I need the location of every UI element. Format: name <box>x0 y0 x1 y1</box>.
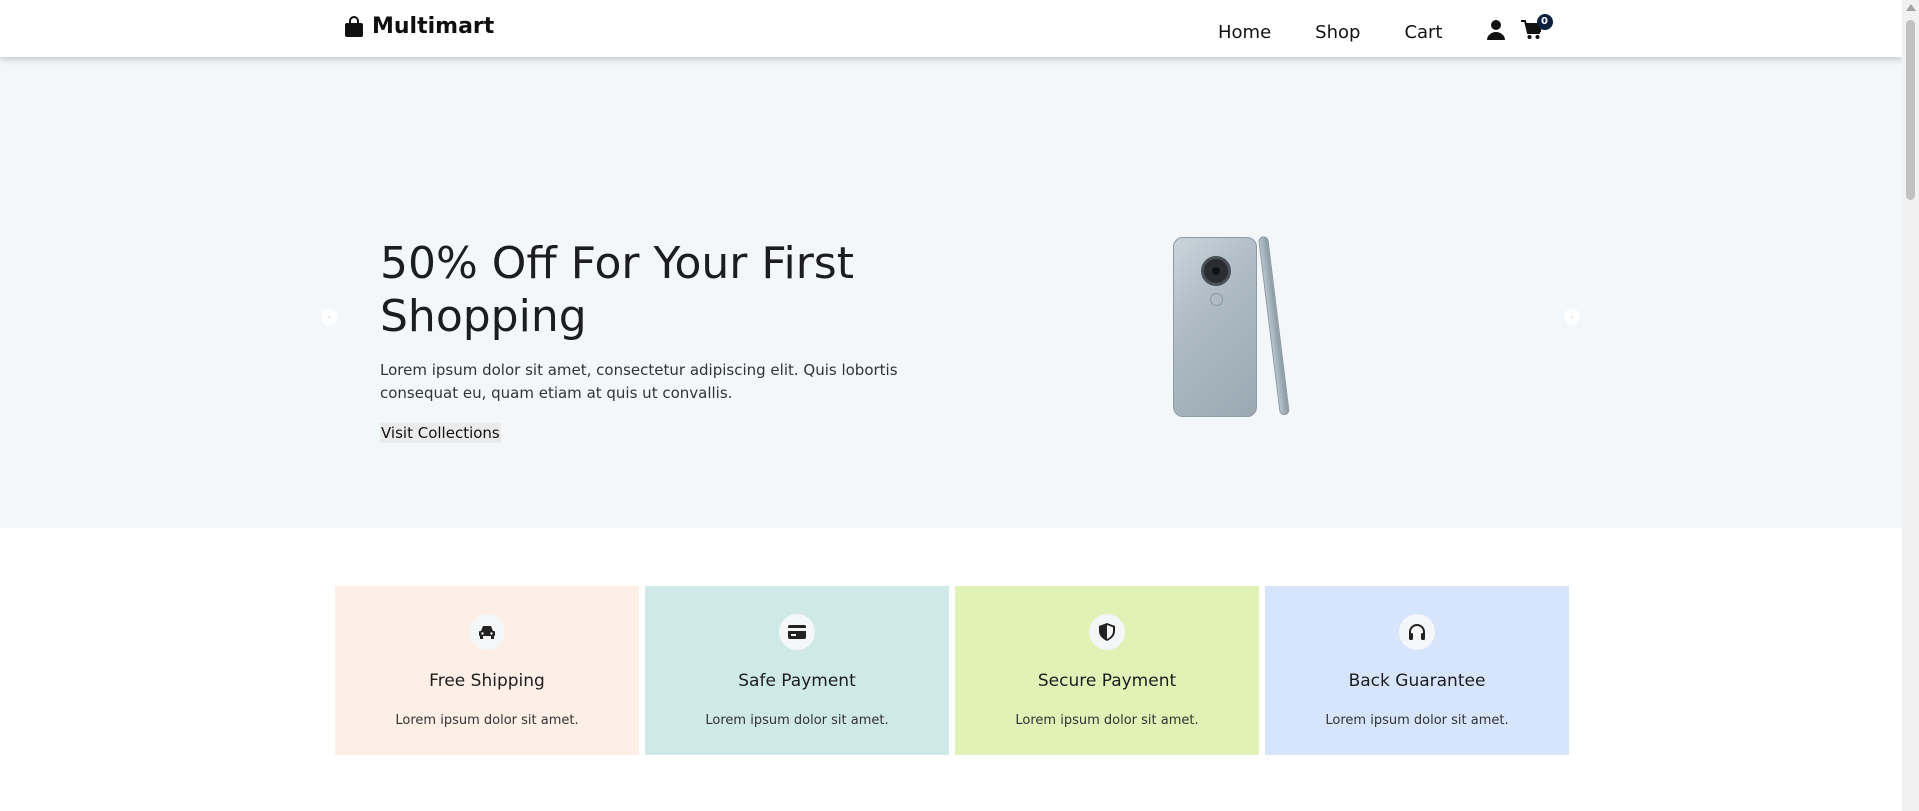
shield-icon <box>1089 614 1125 650</box>
user-icon[interactable] <box>1486 20 1505 44</box>
service-card-secure-payment: Secure Payment Lorem ipsum dolor sit ame… <box>955 586 1259 755</box>
phone-product-image <box>1173 237 1257 417</box>
phone-side-view-image <box>1258 235 1290 416</box>
page-scrollbar[interactable] <box>1902 0 1919 811</box>
service-title: Back Guarantee <box>1348 671 1486 691</box>
scroll-up-arrow-icon[interactable] <box>1906 4 1916 11</box>
service-title: Safe Payment <box>738 671 856 691</box>
chevron-left-icon: ‹ <box>326 310 332 323</box>
service-text: Lorem ipsum dolor sit amet. <box>395 713 579 728</box>
services-row: Free Shipping Lorem ipsum dolor sit amet… <box>335 586 1569 755</box>
carousel-prev-button[interactable]: ‹ <box>321 309 337 325</box>
chevron-right-icon: › <box>1569 310 1575 323</box>
site-header: Multimart Home Shop Cart 0 <box>0 0 1902 57</box>
hero-description: Lorem ipsum dolor sit amet, consectetur … <box>380 361 898 402</box>
scroll-thumb[interactable] <box>1906 20 1915 200</box>
nav-shop[interactable]: Shop <box>1315 22 1360 43</box>
cart-count-badge: 0 <box>1536 14 1553 30</box>
logo-text: Multimart <box>372 14 495 39</box>
headphones-icon <box>1399 614 1435 650</box>
service-card-safe-payment: Safe Payment Lorem ipsum dolor sit amet. <box>645 586 949 755</box>
nav-home[interactable]: Home <box>1218 22 1271 43</box>
service-text: Lorem ipsum dolor sit amet. <box>1015 713 1199 728</box>
service-title: Secure Payment <box>1037 671 1177 691</box>
service-text: Lorem ipsum dolor sit amet. <box>1325 713 1509 728</box>
service-card-free-shipping: Free Shipping Lorem ipsum dolor sit amet… <box>335 586 639 755</box>
visit-collections-button[interactable]: Visit Collections <box>380 423 501 443</box>
card-icon <box>779 614 815 650</box>
shopping-bag-icon <box>344 15 364 38</box>
main-nav: Home Shop Cart 0 <box>1218 14 1553 44</box>
carousel-next-button[interactable]: › <box>1564 309 1580 325</box>
nav-cart[interactable]: Cart <box>1404 22 1442 43</box>
hero-banner: ‹ 50% Off For Your First Shopping Lorem … <box>0 57 1902 528</box>
service-title: Free Shipping <box>429 671 545 691</box>
service-card-back-guarantee: Back Guarantee Lorem ipsum dolor sit ame… <box>1265 586 1569 755</box>
page: Multimart Home Shop Cart 0 ‹ 50% Off For… <box>0 0 1919 811</box>
logo[interactable]: Multimart <box>344 14 494 39</box>
cart-icon-button[interactable]: 0 <box>1520 14 1553 44</box>
service-text: Lorem ipsum dolor sit amet. <box>705 713 889 728</box>
hero-title: 50% Off For Your First Shopping <box>380 238 854 342</box>
car-icon <box>469 614 505 650</box>
